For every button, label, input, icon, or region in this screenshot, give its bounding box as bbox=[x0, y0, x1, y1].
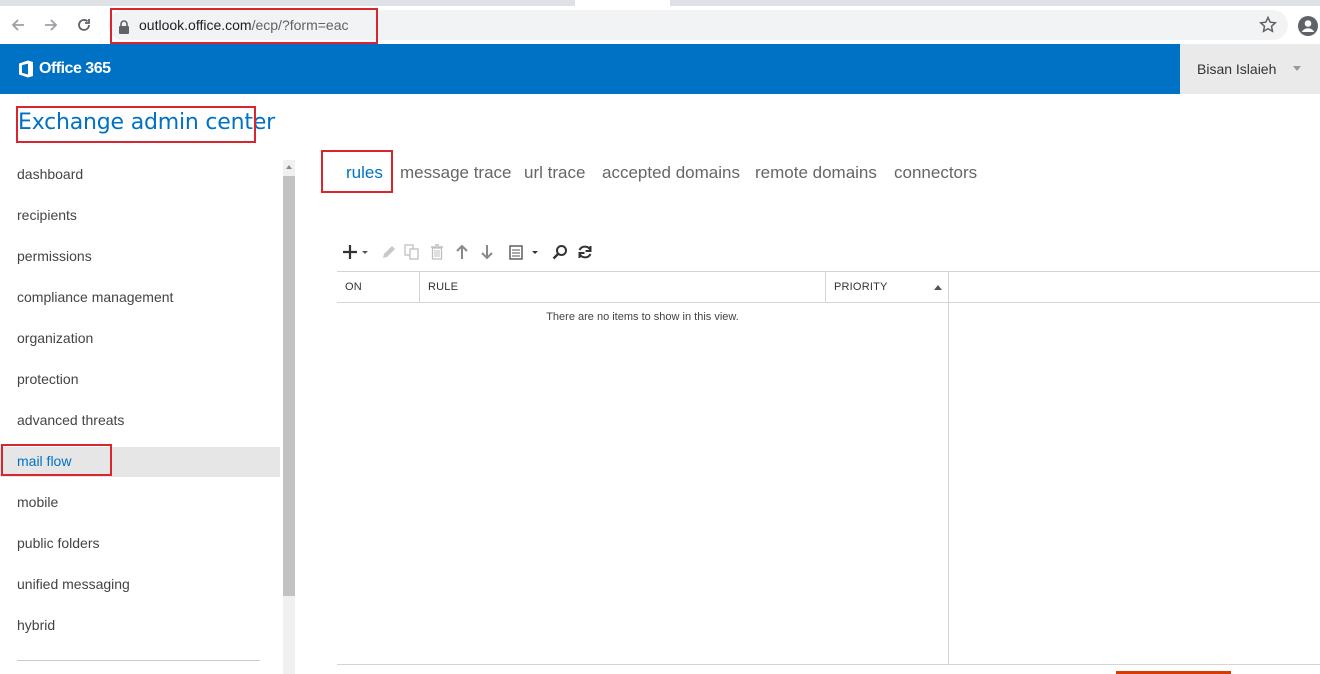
column-separator[interactable] bbox=[825, 272, 826, 302]
grid-bottom-border bbox=[337, 664, 1320, 665]
nav-divider bbox=[17, 660, 260, 661]
sidebar-item-protection[interactable]: protection bbox=[0, 365, 280, 395]
o365-logo[interactable]: Office 365 bbox=[17, 59, 111, 79]
column-header-priority[interactable]: PRIORITY bbox=[834, 281, 888, 293]
tab-url-trace[interactable]: url trace bbox=[524, 163, 585, 183]
tab-rules[interactable]: rules bbox=[346, 163, 383, 183]
column-header-rule[interactable]: RULE bbox=[428, 281, 458, 293]
office-logo-icon bbox=[19, 60, 33, 78]
sidebar-item-label: public folders bbox=[17, 535, 100, 551]
column-header-on[interactable]: ON bbox=[345, 281, 362, 293]
tab-message-trace[interactable]: message trace bbox=[400, 163, 512, 183]
sidebar-item-organization[interactable]: organization bbox=[0, 324, 280, 354]
scroll-up-icon[interactable] bbox=[283, 160, 295, 174]
sidebar-item-mail-flow[interactable]: mail flow bbox=[0, 447, 280, 477]
grid-border bbox=[337, 271, 1320, 272]
refresh-button[interactable] bbox=[576, 242, 594, 262]
sidebar-item-label: organization bbox=[17, 330, 94, 346]
sidebar-item-label: mail flow bbox=[17, 453, 72, 469]
sidebar-item-label: protection bbox=[17, 371, 79, 387]
forward-icon[interactable] bbox=[40, 14, 62, 36]
url-path: /ecp/?form=eac bbox=[251, 17, 349, 33]
sidebar-item-compliance-management[interactable]: compliance management bbox=[0, 283, 280, 313]
delete-icon bbox=[431, 244, 443, 260]
column-separator[interactable] bbox=[419, 272, 420, 302]
report-icon bbox=[509, 245, 538, 260]
browser-toolbar: outlook.office.com/ecp/?form=eac bbox=[0, 6, 1320, 44]
chevron-down-icon bbox=[1293, 66, 1301, 71]
move-down-icon bbox=[481, 245, 493, 260]
sidebar-item-label: unified messaging bbox=[17, 576, 130, 592]
search-icon bbox=[552, 245, 567, 260]
sidebar-item-label: advanced threats bbox=[17, 412, 125, 428]
url-text[interactable]: outlook.office.com/ecp/?form=eac bbox=[139, 17, 348, 33]
sidebar-item-recipients[interactable]: recipients bbox=[0, 201, 280, 231]
sidebar-item-label: dashboard bbox=[17, 166, 84, 182]
sidebar-item-hybrid[interactable]: hybrid bbox=[0, 611, 280, 641]
page-title: Exchange admin center bbox=[18, 110, 275, 135]
url-host: outlook.office.com bbox=[139, 17, 252, 33]
sidebar-item-unified-messaging[interactable]: unified messaging bbox=[0, 570, 280, 600]
add-icon bbox=[343, 245, 368, 259]
edit-button[interactable] bbox=[380, 242, 398, 262]
user-name: Bisan Islaieh bbox=[1197, 61, 1277, 77]
move-down-button[interactable] bbox=[478, 242, 496, 262]
sidebar-item-dashboard[interactable]: dashboard bbox=[0, 160, 280, 190]
sidebar-item-label: recipients bbox=[17, 207, 77, 223]
tab-remote-domains[interactable]: remote domains bbox=[755, 163, 877, 183]
delete-button[interactable] bbox=[428, 242, 446, 262]
sort-ascending-icon bbox=[934, 285, 942, 290]
sidebar-item-mobile[interactable]: mobile bbox=[0, 488, 280, 518]
brand-text: Office 365 bbox=[39, 60, 111, 77]
sidebar-scroll-thumb[interactable] bbox=[283, 176, 295, 596]
refresh-icon bbox=[578, 245, 592, 259]
search-button[interactable] bbox=[551, 242, 569, 262]
edit-icon bbox=[383, 246, 395, 258]
details-pane-separator bbox=[948, 272, 949, 664]
sidebar-item-permissions[interactable]: permissions bbox=[0, 242, 280, 272]
copy-button[interactable] bbox=[403, 242, 421, 262]
profile-avatar-icon[interactable] bbox=[1297, 15, 1319, 37]
empty-grid-message: There are no items to show in this view. bbox=[546, 311, 739, 323]
tab-accepted-domains[interactable]: accepted domains bbox=[602, 163, 740, 183]
back-icon[interactable] bbox=[7, 14, 29, 36]
copy-icon bbox=[404, 244, 419, 260]
sidebar-item-label: permissions bbox=[17, 248, 92, 264]
sidebar-item-label: hybrid bbox=[17, 617, 56, 633]
o365-header: Office 365 Bisan Islaieh bbox=[0, 44, 1320, 94]
reload-icon[interactable] bbox=[73, 14, 95, 36]
sidebar-item-advanced-threats[interactable]: advanced threats bbox=[0, 406, 280, 436]
sidebar-item-label: compliance management bbox=[17, 289, 174, 305]
grid-header-border bbox=[337, 302, 1320, 303]
move-up-icon bbox=[456, 244, 468, 259]
user-menu[interactable]: Bisan Islaieh bbox=[1180, 44, 1320, 94]
sidebar-item-public-folders[interactable]: public folders bbox=[0, 529, 280, 559]
bookmark-star-icon[interactable] bbox=[1258, 15, 1278, 35]
sidebar-item-label: mobile bbox=[17, 494, 59, 510]
tab-connectors[interactable]: connectors bbox=[894, 163, 977, 183]
move-up-button[interactable] bbox=[453, 242, 471, 262]
report-button[interactable] bbox=[507, 242, 543, 262]
add-button[interactable] bbox=[341, 242, 371, 262]
lock-icon bbox=[119, 20, 129, 34]
